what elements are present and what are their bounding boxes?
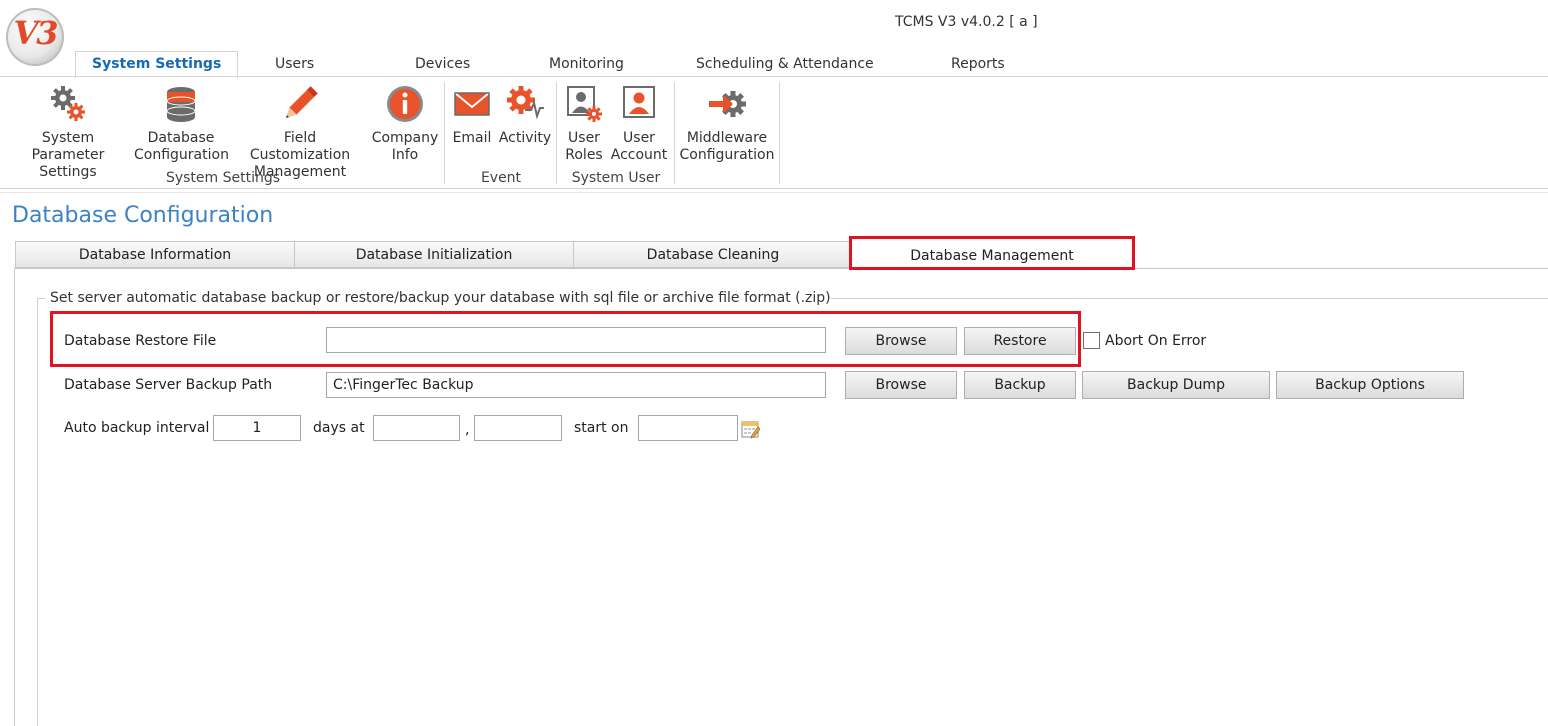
ribbon-tab-system-settings[interactable]: System Settings bbox=[75, 51, 239, 78]
restore-file-input[interactable] bbox=[326, 327, 826, 353]
ribbon-tab-devices[interactable]: Devices bbox=[415, 52, 470, 76]
backup-path-input[interactable] bbox=[326, 372, 826, 398]
info-icon bbox=[385, 84, 425, 124]
auto-backup-interval-input[interactable] bbox=[213, 415, 301, 441]
backup-path-label: Database Server Backup Path bbox=[64, 377, 273, 393]
user-roles-icon bbox=[564, 84, 604, 124]
ribbon-button-label-line1: User bbox=[623, 130, 655, 146]
groupbox-top-border bbox=[37, 298, 45, 299]
middleware-icon bbox=[707, 84, 747, 124]
user-account-icon bbox=[619, 84, 659, 124]
ribbon-button-label-line2: Account bbox=[610, 147, 668, 163]
auto-backup-interval-label: Auto backup interval bbox=[64, 420, 210, 436]
ribbon-button-label-line2: Info bbox=[391, 147, 419, 163]
groupbox-top-border bbox=[783, 298, 1548, 299]
middleware-configuration-button[interactable]: Middleware Configuration bbox=[679, 84, 775, 164]
groupbox-caption: Set server automatic database backup or … bbox=[50, 290, 831, 306]
field-customization-management-button[interactable]: Field Customization Management bbox=[232, 84, 368, 181]
backup-hour-input[interactable] bbox=[373, 415, 460, 441]
system-parameter-settings-button[interactable]: System Parameter Settings bbox=[6, 84, 130, 181]
ribbon-group-label-system-settings: System Settings bbox=[165, 170, 281, 186]
ribbon-button-label-line1: Email bbox=[452, 130, 492, 146]
start-on-date-input[interactable] bbox=[638, 415, 738, 441]
ribbon-button-label-line1: User bbox=[568, 130, 600, 146]
tab-database-cleaning[interactable]: Database Cleaning bbox=[573, 241, 853, 268]
ribbon-button-label-line2: Configuration bbox=[679, 147, 775, 163]
ribbon-tab-users[interactable]: Users bbox=[275, 52, 314, 76]
pencil-icon bbox=[280, 84, 320, 124]
ribbon-group-separator bbox=[444, 82, 445, 184]
app-logo: V3 bbox=[6, 8, 64, 66]
ribbon-tab-scheduling-attendance[interactable]: Scheduling & Attendance bbox=[696, 52, 874, 76]
company-info-button[interactable]: Company Info bbox=[370, 84, 440, 164]
email-button[interactable]: Email bbox=[449, 84, 495, 147]
restore-button[interactable]: Restore bbox=[964, 327, 1076, 355]
backup-dump-button[interactable]: Backup Dump bbox=[1082, 371, 1270, 399]
database-icon bbox=[161, 84, 201, 124]
activity-button[interactable]: Activity bbox=[498, 84, 552, 147]
time-separator: , bbox=[465, 422, 470, 438]
ribbon-button-label-line2: Roles bbox=[565, 147, 603, 163]
window-title: TCMS V3 v4.0.2 [ a ] bbox=[895, 14, 1038, 30]
calendar-edit-icon[interactable] bbox=[741, 419, 761, 439]
ribbon-tab-divider bbox=[0, 76, 1548, 77]
ribbon-button-label-line1: Field Customization bbox=[249, 130, 351, 163]
ribbon-tab-monitoring[interactable]: Monitoring bbox=[549, 52, 624, 76]
ribbon-bottom-border-inner bbox=[0, 192, 1548, 193]
envelope-icon bbox=[452, 84, 492, 124]
ribbon-bottom-border bbox=[0, 188, 1548, 189]
start-on-label: start on bbox=[574, 420, 629, 436]
tab-database-information[interactable]: Database Information bbox=[15, 241, 295, 268]
activity-icon bbox=[505, 84, 545, 124]
tab-database-initialization[interactable]: Database Initialization bbox=[294, 241, 574, 268]
abort-on-error-checkbox[interactable] bbox=[1083, 332, 1100, 349]
backup-options-button[interactable]: Backup Options bbox=[1276, 371, 1464, 399]
restore-browse-button[interactable]: Browse bbox=[845, 327, 957, 355]
ribbon-button-label-line2: Configuration bbox=[134, 147, 229, 163]
tab-strip-border bbox=[14, 268, 1548, 269]
backup-minute-input[interactable] bbox=[474, 415, 562, 441]
ribbon-button-label-line1: Middleware bbox=[686, 130, 768, 146]
database-configuration-button[interactable]: Database Configuration bbox=[134, 84, 229, 164]
user-account-button[interactable]: User Account bbox=[610, 84, 668, 164]
ribbon-button-label-line1: System Parameter bbox=[31, 130, 105, 163]
backup-button[interactable]: Backup bbox=[964, 371, 1076, 399]
restore-file-label: Database Restore File bbox=[64, 333, 217, 349]
ribbon-group-label-event: Event bbox=[480, 170, 522, 186]
abort-on-error-label: Abort On Error bbox=[1105, 333, 1207, 349]
tab-database-management[interactable]: Database Management bbox=[849, 236, 1135, 270]
user-roles-button[interactable]: User Roles bbox=[561, 84, 607, 164]
ribbon-button-label-line1: Database bbox=[147, 130, 215, 146]
ribbon-button-label-line1: Activity bbox=[498, 130, 552, 146]
ribbon-group-separator bbox=[674, 82, 675, 184]
logo-text: V3 bbox=[13, 14, 58, 52]
days-at-label: days at bbox=[313, 420, 365, 436]
ribbon-group-label-system-user: System User bbox=[571, 170, 661, 186]
tab-panel-left-border bbox=[14, 268, 15, 726]
ribbon-button-label-line1: Company bbox=[371, 130, 439, 146]
ribbon-group-separator bbox=[779, 82, 780, 184]
ribbon-tab-reports[interactable]: Reports bbox=[951, 52, 1005, 76]
gears-icon bbox=[48, 84, 88, 124]
ribbon-button-label-line2: Settings bbox=[39, 164, 97, 180]
groupbox-left-border bbox=[37, 298, 38, 726]
backup-browse-button[interactable]: Browse bbox=[845, 371, 957, 399]
page-title: Database Configuration bbox=[12, 203, 274, 228]
ribbon-group-separator bbox=[556, 82, 557, 184]
title-bar: TCMS V3 v4.0.2 [ a ] bbox=[0, 0, 1548, 48]
